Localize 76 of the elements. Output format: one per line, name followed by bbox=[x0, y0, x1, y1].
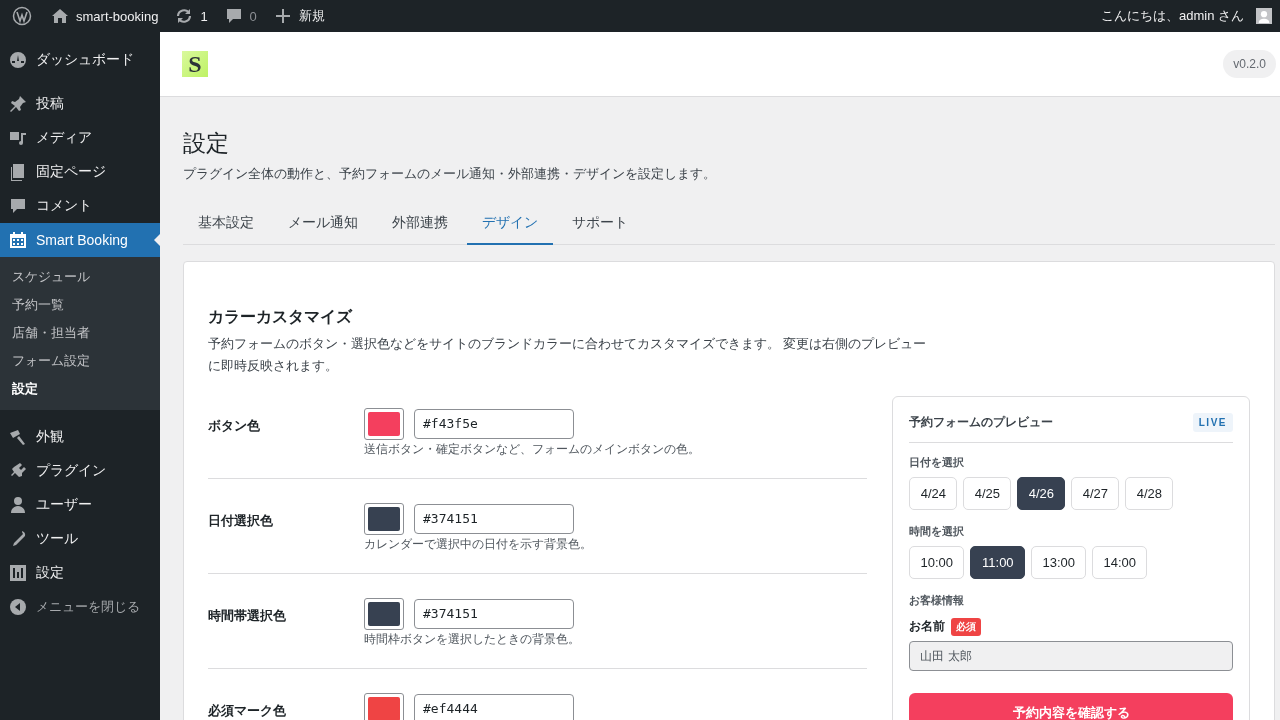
submenu-item[interactable]: フォーム設定 bbox=[0, 347, 160, 375]
setting-label: ボタン色 bbox=[208, 416, 261, 435]
menu-icon bbox=[8, 563, 28, 583]
date-option[interactable]: 4/27 bbox=[1071, 476, 1120, 510]
tab[interactable]: メール通知 bbox=[273, 203, 373, 245]
submenu-item[interactable]: 店舗・担当者 bbox=[0, 319, 160, 347]
time-option[interactable]: 13:00 bbox=[1031, 545, 1087, 579]
calendar-icon bbox=[8, 230, 28, 250]
logo: S bbox=[182, 51, 208, 77]
setting-label: 日付選択色 bbox=[208, 511, 274, 530]
setting-hint: 送信ボタン・確定ボタンなど、フォームのメインボタンの色。 bbox=[364, 441, 700, 457]
time-label: 時間を選択 bbox=[909, 523, 965, 539]
collapse-menu-button[interactable]: メニューを閉じる bbox=[0, 590, 160, 624]
date-option[interactable]: 4/26 bbox=[1017, 476, 1066, 510]
sidebar-item[interactable]: 固定ページ bbox=[0, 155, 160, 189]
page-description: プラグイン全体の動作と、予約フォームのメール通知・外部連携・デザインを設定します。 bbox=[183, 165, 717, 183]
date-label: 日付を選択 bbox=[909, 454, 965, 470]
name-label: お名前 bbox=[909, 618, 946, 636]
tab[interactable]: サポート bbox=[557, 203, 643, 245]
name-input[interactable]: 山田 太郎 bbox=[909, 640, 1233, 671]
sidebar-item[interactable]: 投稿 bbox=[0, 87, 160, 121]
section-description: 予約フォームのボタン・選択色などをサイトのブランドカラーに合わせてカスタマイズできます。 変更は右側のプレビューに即時反映されます。 bbox=[208, 336, 928, 375]
section-title: カラーカスタマイズ bbox=[208, 307, 354, 327]
time-option[interactable]: 14:00 bbox=[1092, 545, 1148, 579]
tab[interactable]: デザイン bbox=[467, 203, 553, 245]
tab[interactable]: 基本設定 bbox=[183, 203, 269, 245]
comment-count: 0 bbox=[249, 8, 257, 24]
greeting-link[interactable]: こんにちは、admin さん bbox=[1100, 7, 1244, 25]
sidebar-item[interactable]: コメント bbox=[0, 189, 160, 223]
submenu-item[interactable]: 予約一覧 bbox=[0, 291, 160, 319]
page-title: 設定 bbox=[183, 129, 230, 158]
menu-icon bbox=[8, 50, 28, 70]
sidebar-item[interactable]: ユーザー bbox=[0, 488, 160, 522]
collapse-icon bbox=[8, 597, 28, 617]
sidebar-item[interactable]: ツール bbox=[0, 522, 160, 556]
version-badge: v0.2.0 bbox=[1223, 50, 1276, 78]
setting-hint: カレンダーで選択中の日付を示す背景色。 bbox=[364, 536, 592, 552]
new-link[interactable]: 新規 bbox=[298, 7, 325, 25]
date-option[interactable]: 4/28 bbox=[1125, 476, 1174, 510]
menu-icon bbox=[8, 94, 28, 114]
menu-icon bbox=[8, 495, 28, 515]
menu-icon bbox=[8, 427, 28, 447]
setting-label: 時間帯選択色 bbox=[208, 606, 287, 625]
sidebar-item[interactable]: プラグイン bbox=[0, 454, 160, 488]
time-option[interactable]: 10:00 bbox=[909, 545, 965, 579]
color-swatch[interactable] bbox=[364, 692, 404, 720]
color-input[interactable]: #f43f5e bbox=[414, 408, 574, 439]
sidebar-item[interactable]: メディア bbox=[0, 121, 160, 155]
date-option[interactable]: 4/25 bbox=[963, 476, 1012, 510]
customer-label: お客様情報 bbox=[909, 592, 965, 608]
site-name-link[interactable]: smart-booking bbox=[76, 8, 159, 24]
time-option[interactable]: 11:00 bbox=[970, 545, 1026, 579]
update-count: 1 bbox=[200, 8, 208, 24]
color-input[interactable]: #374151 bbox=[414, 503, 574, 534]
color-swatch[interactable] bbox=[364, 407, 404, 440]
sidebar-item[interactable]: 外観 bbox=[0, 420, 160, 454]
wordpress-logo-icon[interactable] bbox=[12, 6, 32, 26]
sidebar-item[interactable]: 設定 bbox=[0, 556, 160, 590]
setting-label: 必須マーク色 bbox=[208, 701, 287, 720]
required-badge: 必須 bbox=[951, 617, 982, 636]
setting-hint: 時間枠ボタンを選択したときの背景色。 bbox=[364, 631, 580, 647]
color-input[interactable]: #374151 bbox=[414, 598, 574, 629]
date-option[interactable]: 4/24 bbox=[909, 476, 958, 510]
color-swatch[interactable] bbox=[364, 502, 404, 535]
sidebar-item[interactable]: Smart Booking bbox=[0, 223, 160, 257]
submenu-item[interactable]: 設定 bbox=[0, 375, 160, 403]
submit-button[interactable]: 予約内容を確認する bbox=[909, 692, 1233, 720]
color-swatch[interactable] bbox=[364, 597, 404, 630]
color-input[interactable]: #ef4444 bbox=[414, 693, 574, 720]
tab[interactable]: 外部連携 bbox=[377, 203, 463, 245]
home-icon[interactable] bbox=[50, 6, 70, 26]
preview-title: 予約フォームのプレビュー bbox=[909, 413, 1054, 431]
sidebar-item[interactable]: ダッシュボード bbox=[0, 43, 160, 77]
submenu-item[interactable]: スケジュール bbox=[0, 263, 160, 291]
menu-icon bbox=[8, 196, 28, 216]
live-badge: LIVE bbox=[1192, 412, 1233, 432]
